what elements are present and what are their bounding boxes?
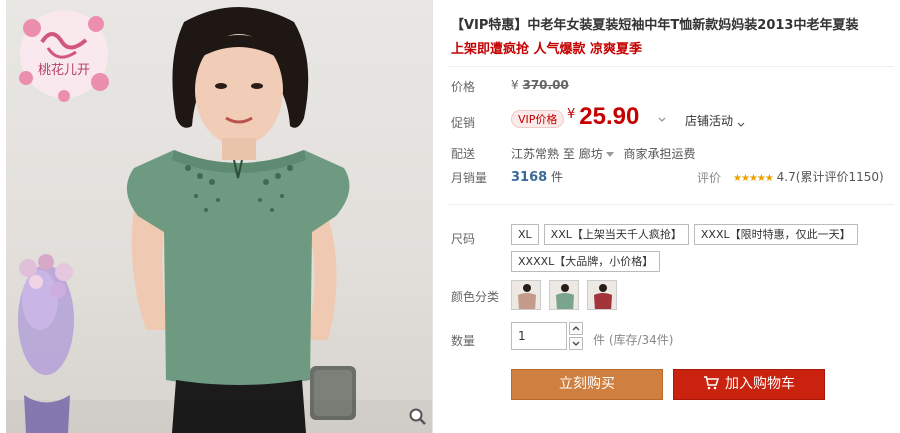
size-label: 尺码 (451, 232, 476, 246)
product-subtitle: 上架即遭疯抢 人气爆款 凉爽夏季 (451, 42, 643, 57)
product-info-panel: 【VIP特惠】中老年女装夏装短袖中年T恤新款妈妈装2013中老年夏装 上架即遭疯… (432, 0, 900, 433)
original-price-currency: ¥ (511, 78, 519, 92)
ship-from: 江苏常熟 (511, 147, 560, 161)
size-option-xxl[interactable]: XXL【上架当天千人疯抢】 (543, 224, 689, 245)
chevron-down-icon (572, 341, 580, 346)
star-icon: ★ (756, 173, 766, 184)
original-price: ¥ 370.00 (511, 78, 569, 92)
size-options: XL XXL【上架当天千人疯抢】 XXXL【限时特惠，仅此一天】 XXXXL【大品牌，… (511, 224, 881, 278)
price-dropdown-chevron-icon[interactable] (657, 114, 667, 124)
size-option-xxxxl[interactable]: XXXXL【大品牌，小价格】 (511, 251, 661, 272)
promo-price-value: 25.90 (579, 103, 640, 130)
store-activity-dropdown[interactable]: 店铺活动 (685, 112, 745, 129)
quantity-label: 数量 (451, 334, 476, 348)
monthly-sales: 3168 件 (511, 168, 563, 185)
product-main-image[interactable]: 桃花儿开 (6, 0, 432, 433)
brand-logo: 桃花儿开 (12, 4, 116, 106)
quantity-input[interactable] (511, 322, 567, 350)
color-label: 颜色分类 (451, 290, 500, 304)
star-icon: ★ (764, 173, 774, 184)
color-options (511, 280, 621, 310)
rating-count: (累计评价1150) (795, 170, 884, 184)
product-title: 【VIP特惠】中老年女装夏装短袖中年T恤新款妈妈装2013中老年夏装 (451, 18, 859, 33)
color-swatch-red[interactable] (586, 280, 617, 310)
monthly-sales-label: 月销量 (451, 171, 488, 185)
shipping-info: 江苏常熟 至 廊坊 商家承担运费 (511, 145, 696, 162)
monthly-sales-unit: 件 (551, 170, 564, 184)
rating-label: 评价 (697, 171, 722, 185)
ship-to-prefix: 至 (562, 147, 575, 161)
star-icon: ★ (740, 173, 750, 184)
promo-price: ¥25.90 (567, 103, 639, 131)
quantity-increase-button[interactable] (569, 322, 583, 335)
color-swatch-green[interactable] (548, 280, 579, 310)
buy-now-button[interactable]: 立刻购买 (511, 369, 663, 400)
star-icon: ★ (733, 173, 742, 184)
divider (447, 66, 894, 67)
shipping-label: 配送 (451, 147, 476, 161)
ship-to-dropdown[interactable]: 廊坊 (579, 147, 620, 161)
rating-summary[interactable]: ★★★★★ 4.7(累计评价1150) (733, 168, 884, 185)
vip-price-badge: VIP价格 (511, 110, 565, 128)
add-to-cart-button[interactable]: 加入购物车 (673, 369, 825, 400)
quantity-decrease-button[interactable] (569, 337, 583, 350)
promo-price-currency: ¥ (567, 107, 576, 122)
shipping-note: 商家承担运费 (623, 147, 696, 161)
ship-to: 廊坊 (578, 147, 603, 161)
chevron-down-icon (737, 118, 745, 127)
chevron-up-icon (572, 326, 580, 331)
price-label: 价格 (451, 80, 476, 94)
promo-label: 促销 (451, 116, 476, 130)
size-option-xl[interactable]: XL (511, 224, 539, 245)
size-option-xxxl[interactable]: XXXL【限时特惠，仅此一天】 (693, 224, 858, 245)
zoom-magnifier-icon[interactable] (408, 407, 428, 427)
color-swatch-pink[interactable] (511, 280, 541, 310)
star-icon: ★ (748, 173, 758, 184)
rating-score: 4.7 (776, 170, 796, 184)
divider (447, 204, 894, 205)
triangle-down-icon (605, 152, 614, 157)
store-activity-label: 店铺活动 (685, 114, 734, 128)
cart-icon (703, 372, 720, 390)
monthly-sales-count: 3168 (511, 170, 548, 185)
svg-text:桃花儿开: 桃花儿开 (38, 62, 90, 78)
add-to-cart-label: 加入购物车 (725, 376, 795, 392)
original-price-value: 370.00 (522, 78, 569, 92)
stock-text: 件 (库存/34件) (593, 333, 674, 347)
